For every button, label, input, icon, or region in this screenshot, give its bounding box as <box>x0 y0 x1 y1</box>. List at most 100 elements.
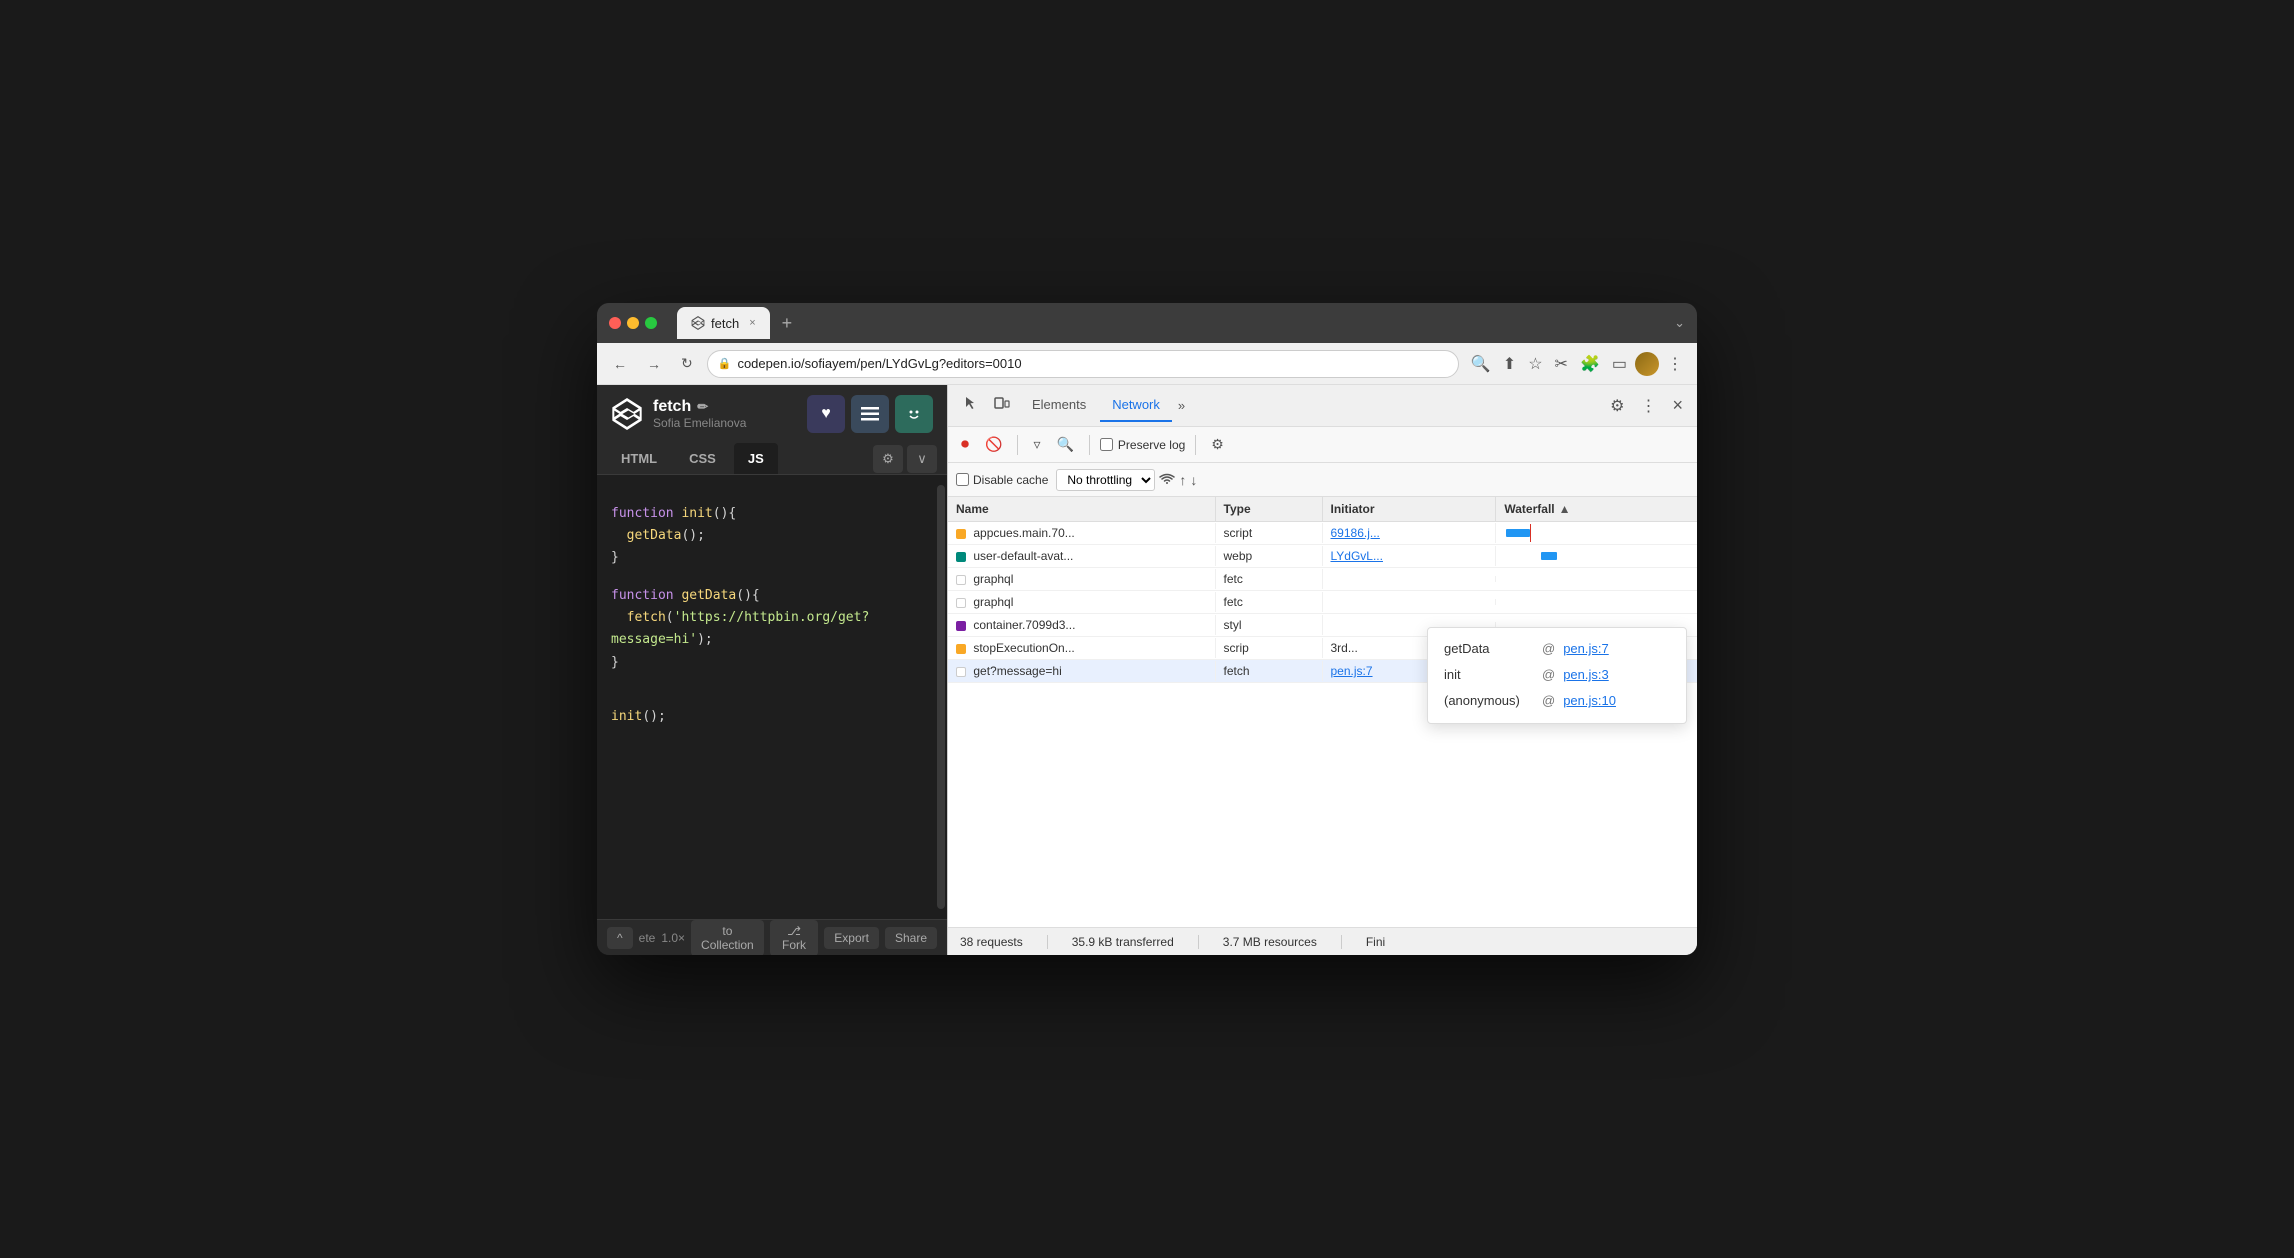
cs-at-2: @ <box>1542 666 1555 684</box>
initiator-link[interactable]: pen.js:7 <box>1331 664 1373 678</box>
elements-tab[interactable]: Elements <box>1020 389 1098 422</box>
share-button[interactable]: Share <box>885 927 937 949</box>
toolbar-separator-2 <box>1089 435 1090 455</box>
cs-at-1: @ <box>1542 640 1555 658</box>
editor-expand-button[interactable]: ∨ <box>907 445 937 473</box>
code-line-8: } <box>611 652 933 674</box>
code-area[interactable]: function init(){ getData(); } function g… <box>597 475 947 919</box>
maximize-traffic-light[interactable] <box>645 317 657 329</box>
share-icon-btn[interactable]: ⬆ <box>1499 350 1520 378</box>
more-tabs-button[interactable]: » <box>1174 394 1189 417</box>
inspect-element-button[interactable] <box>956 391 984 420</box>
codepen-title-area: fetch ✏ Sofia Emelianova <box>653 398 797 430</box>
throttle-select[interactable]: No throttling <box>1056 469 1155 491</box>
row-icon-white <box>956 667 966 677</box>
disable-cache-label[interactable]: Disable cache <box>973 473 1048 487</box>
js-tab[interactable]: JS <box>734 443 778 474</box>
cut-icon-btn[interactable]: ✂ <box>1551 350 1572 378</box>
refresh-button[interactable]: ↻ <box>675 351 699 376</box>
network-status-bar: 38 requests 35.9 kB transferred 3.7 MB r… <box>948 927 1697 955</box>
console-toggle-button[interactable]: ^ <box>607 927 633 949</box>
cell-waterfall <box>1496 522 1697 544</box>
forward-button[interactable]: → <box>641 352 667 376</box>
edit-icon[interactable]: ✏ <box>697 399 708 415</box>
cursor-icon <box>962 395 978 411</box>
table-row[interactable]: graphql fetc <box>948 568 1697 591</box>
codepen-title: fetch ✏ <box>653 398 797 416</box>
active-tab[interactable]: fetch × <box>677 307 770 339</box>
editor-settings-button[interactable]: ⚙ <box>873 445 903 473</box>
cs-link-3[interactable]: pen.js:10 <box>1563 692 1616 710</box>
preserve-log-checkbox[interactable] <box>1100 438 1113 451</box>
devtools-inner: ⏺ 🚫 ▿ 🔍 Preserve log ⚙ <box>948 427 1697 955</box>
col-initiator[interactable]: Initiator <box>1323 497 1497 521</box>
wifi-icon <box>1159 472 1175 488</box>
cell-name: container.7099d3... <box>948 615 1216 635</box>
initiator-link[interactable]: 69186.j... <box>1331 526 1380 540</box>
bookmark-icon-btn[interactable]: ☆ <box>1524 350 1546 378</box>
sidebar-icon-btn[interactable]: ▭ <box>1608 350 1631 378</box>
table-row[interactable]: user-default-avat... webp LYdGvL... <box>948 545 1697 568</box>
devtools-close-button[interactable]: × <box>1666 391 1689 420</box>
status-finish: Fini <box>1366 935 1385 949</box>
cs-fn-2: init <box>1444 666 1534 684</box>
callstack-popup: getData @ pen.js:7 init @ pen.js:3 (anon… <box>1427 627 1687 724</box>
cs-link-1[interactable]: pen.js:7 <box>1563 640 1609 658</box>
filter-button[interactable]: ▿ <box>1028 433 1045 456</box>
cell-type: script <box>1216 523 1323 543</box>
status-requests: 38 requests <box>960 935 1023 949</box>
extensions-icon-btn[interactable]: 🧩 <box>1576 350 1604 378</box>
col-waterfall[interactable]: Waterfall ▲ <box>1496 497 1697 521</box>
export-button[interactable]: Export <box>824 927 879 949</box>
list-button[interactable] <box>851 395 889 433</box>
fork-button[interactable]: ⎇ Fork <box>770 920 819 956</box>
css-tab[interactable]: CSS <box>675 443 730 474</box>
list-icon <box>861 407 879 421</box>
tab-expand-button[interactable]: ⌄ <box>1674 315 1685 331</box>
close-traffic-light[interactable] <box>609 317 621 329</box>
cs-link-2[interactable]: pen.js:3 <box>1563 666 1609 684</box>
more-icon-btn[interactable]: ⋮ <box>1663 350 1687 378</box>
record-button[interactable]: ⏺ <box>956 433 974 457</box>
table-row[interactable]: appcues.main.70... script 69186.j... <box>948 522 1697 545</box>
heart-button[interactable]: ♥ <box>807 395 845 433</box>
initiator-link[interactable]: LYdGvL... <box>1331 549 1383 563</box>
preserve-log-label[interactable]: Preserve log <box>1118 438 1185 452</box>
devtools-settings-button[interactable]: ⚙ <box>1604 392 1630 420</box>
smile-button[interactable] <box>895 395 933 433</box>
network-tab[interactable]: Network <box>1100 389 1172 422</box>
tab-close-button[interactable]: × <box>749 317 755 329</box>
collection-button[interactable]: to Collection <box>691 920 764 956</box>
smile-icon <box>904 404 924 424</box>
devtools-header: Elements Network » ⚙ ⋮ × <box>948 385 1697 427</box>
search-icon-btn[interactable]: 🔍 <box>1467 350 1495 378</box>
network-settings-button[interactable]: ⚙ <box>1206 433 1229 456</box>
disable-cache-checkbox[interactable] <box>956 473 969 486</box>
fn-getData-def: getData <box>681 588 736 603</box>
new-tab-button[interactable]: + <box>774 313 801 334</box>
back-button[interactable]: ← <box>607 352 633 376</box>
codepen-actions: ♥ <box>807 395 933 433</box>
codepen-panel: fetch ✏ Sofia Emelianova ♥ <box>597 385 947 955</box>
minimize-traffic-light[interactable] <box>627 317 639 329</box>
cell-waterfall <box>1496 568 1697 590</box>
devtools-more-button[interactable]: ⋮ <box>1634 392 1662 420</box>
col-type[interactable]: Type <box>1216 497 1323 521</box>
row-icon-white <box>956 598 966 608</box>
code-line-4: } <box>611 547 933 569</box>
search-button[interactable]: 🔍 <box>1051 433 1078 456</box>
clear-button[interactable]: 🚫 <box>980 433 1007 456</box>
html-tab[interactable]: HTML <box>607 443 671 474</box>
col-name[interactable]: Name <box>948 497 1216 521</box>
upload-icon: ↑ <box>1179 472 1186 488</box>
fn-init-call: init <box>611 709 642 724</box>
device-toggle-button[interactable] <box>988 391 1016 420</box>
url-bar[interactable]: 🔒 codepen.io/sofiayem/pen/LYdGvLg?editor… <box>707 350 1459 378</box>
table-row[interactable]: graphql fetc <box>948 591 1697 614</box>
cell-type: webp <box>1216 546 1323 566</box>
user-avatar[interactable] <box>1635 352 1659 376</box>
code-scrollbar[interactable] <box>937 485 945 909</box>
code-line-6: function getData(){ <box>611 585 933 607</box>
row-name: appcues.main.70... <box>973 526 1074 540</box>
status-separator-2 <box>1198 935 1199 949</box>
